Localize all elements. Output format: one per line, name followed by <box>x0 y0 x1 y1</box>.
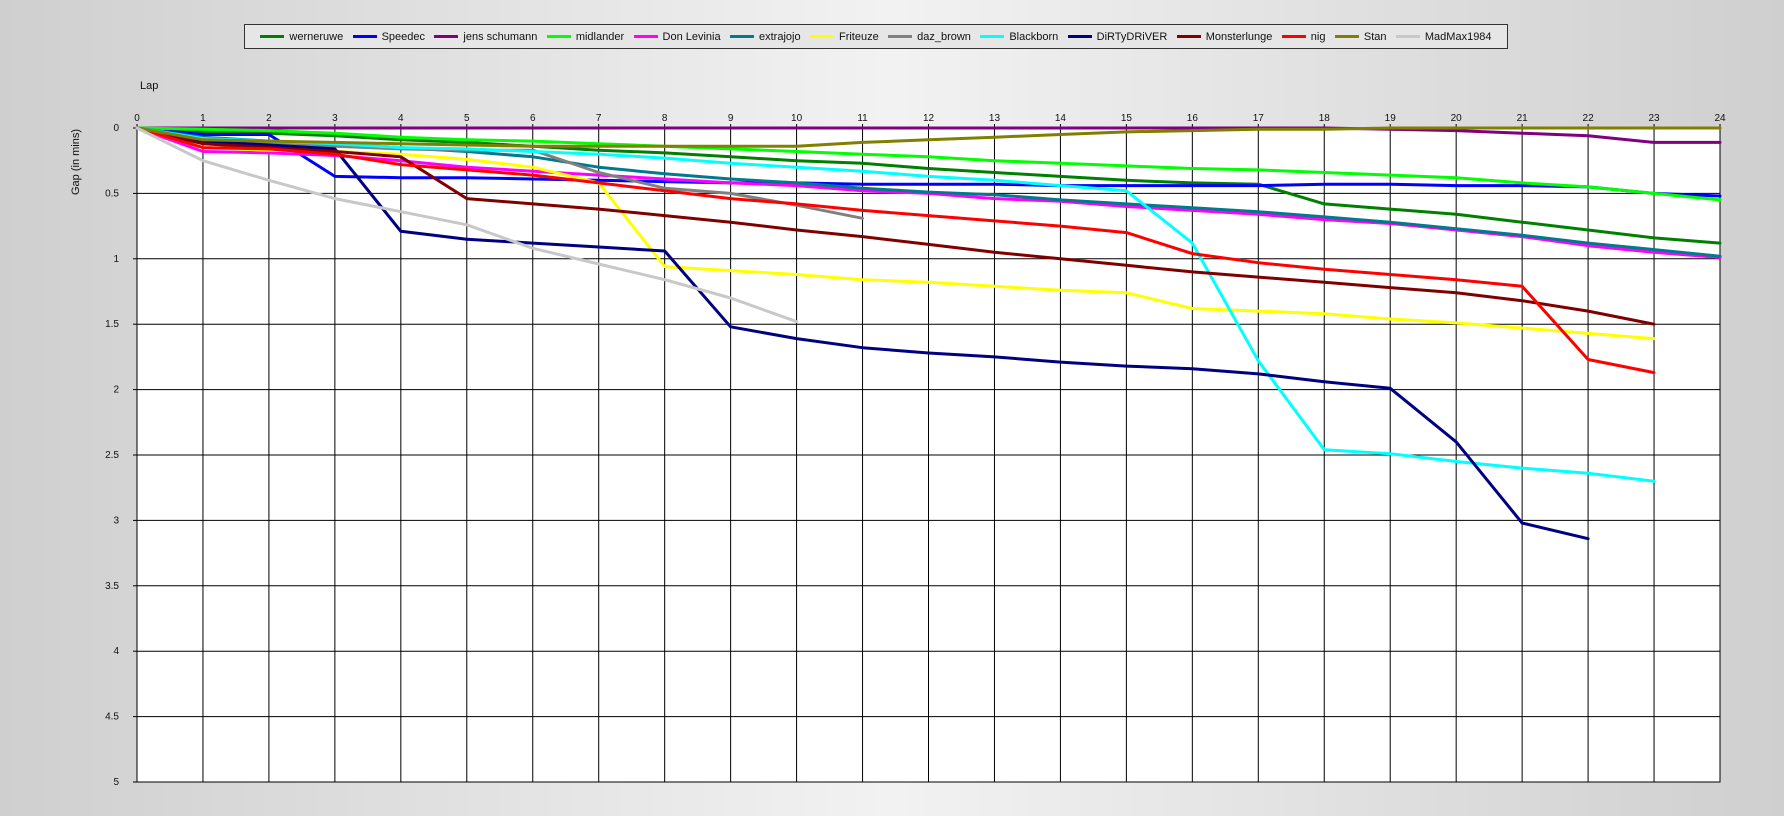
x-tick-label: 12 <box>923 113 935 124</box>
y-tick-label: 2 <box>113 385 119 396</box>
x-tick-label: 3 <box>332 113 338 124</box>
line-chart: 0 1 2 3 4 5 6 7 8 9 10 11 12 13 14 15 16 17 18 19 20 21 22 23 24… <box>105 113 1726 788</box>
y-tick-label: 1 <box>113 254 119 265</box>
x-tick-label: 22 <box>1583 113 1595 124</box>
y-tick-label: 4 <box>113 646 119 657</box>
x-tick-label: 23 <box>1648 113 1660 124</box>
y-tick-label: 5 <box>113 777 119 788</box>
y-tick-label: 0.5 <box>105 188 119 199</box>
x-tick-label: 5 <box>464 113 470 124</box>
y-tick-label: 0 <box>113 123 119 134</box>
y-tick-label: 3.5 <box>105 581 119 592</box>
y-tick-label: 2.5 <box>105 450 119 461</box>
x-tick-label: 18 <box>1319 113 1331 124</box>
x-tick-label: 11 <box>857 113 868 124</box>
x-tick-label: 4 <box>398 113 404 124</box>
x-tick-label: 15 <box>1121 113 1133 124</box>
y-tick-label: 4.5 <box>105 712 119 723</box>
x-tick-label: 7 <box>596 113 602 124</box>
x-tick-label: 16 <box>1187 113 1199 124</box>
x-tick-label: 6 <box>530 113 536 124</box>
x-tick-label: 0 <box>134 113 140 124</box>
x-tick-label: 8 <box>662 113 668 124</box>
x-tick-label: 1 <box>200 113 206 124</box>
x-tick-label: 9 <box>728 113 734 124</box>
x-tick-label: 19 <box>1385 113 1397 124</box>
x-tick-label: 10 <box>791 113 803 124</box>
x-tick-label: 2 <box>266 113 272 124</box>
x-tick-label: 24 <box>1714 113 1726 124</box>
x-tick-label: 13 <box>989 113 1001 124</box>
y-tick-label: 3 <box>113 515 119 526</box>
x-tick-label: 14 <box>1055 113 1067 124</box>
x-tick-label: 20 <box>1451 113 1463 124</box>
x-tick-label: 21 <box>1517 113 1529 124</box>
y-tick-label: 1.5 <box>105 319 119 330</box>
x-tick-label: 17 <box>1253 113 1265 124</box>
